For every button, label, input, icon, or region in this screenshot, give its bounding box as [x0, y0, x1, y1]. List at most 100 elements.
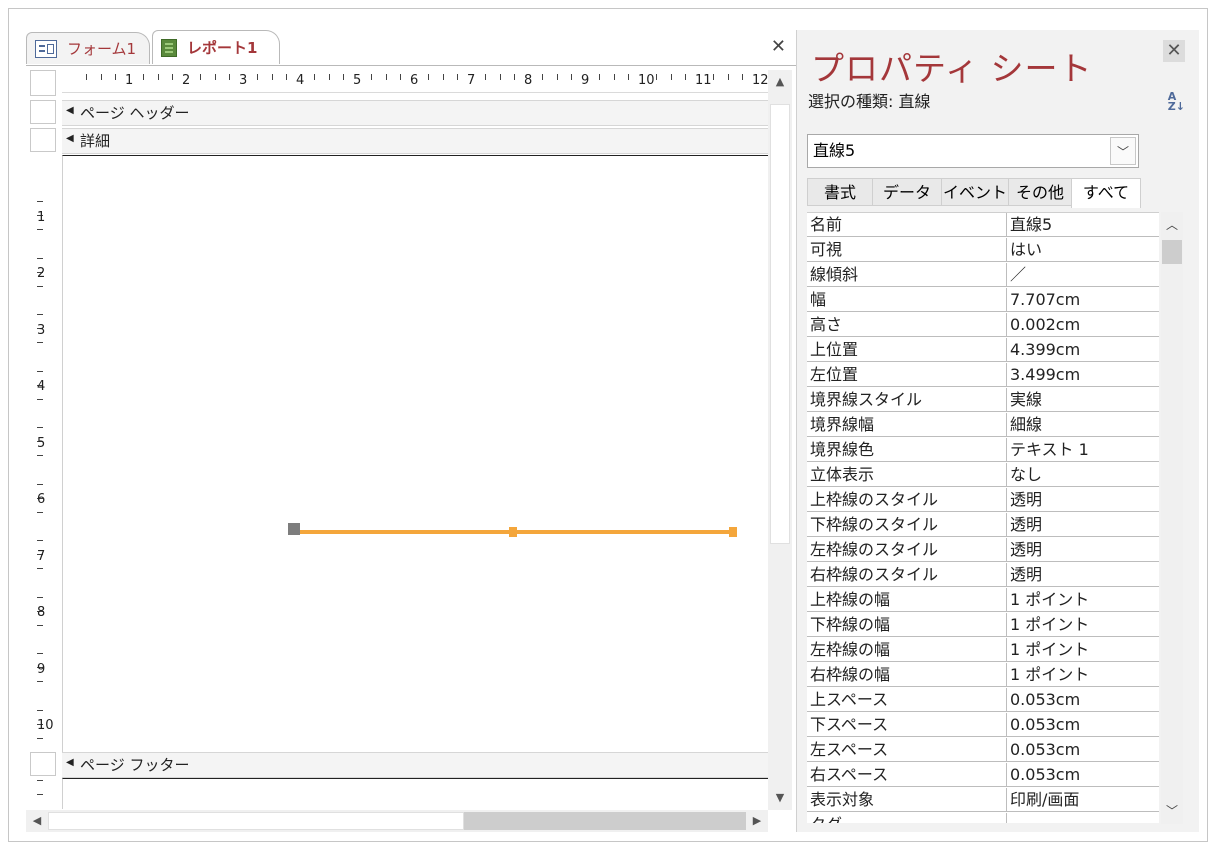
detail-selector[interactable]	[30, 128, 56, 152]
property-value[interactable]: 印刷/画面	[1007, 788, 1159, 812]
scroll-up-icon[interactable]: ▲	[768, 70, 792, 94]
property-value[interactable]: 1 ポイント	[1007, 663, 1159, 687]
section-page-footer[interactable]: ◀ ページ フッター	[62, 752, 768, 778]
property-value[interactable]	[1007, 813, 1159, 823]
property-value[interactable]: 実線	[1007, 388, 1159, 412]
property-row[interactable]: 可視 はい	[807, 238, 1159, 263]
property-row[interactable]: 左スペース 0.053cm	[807, 738, 1159, 763]
property-row[interactable]: 下枠線のスタイル 透明	[807, 513, 1159, 538]
property-value[interactable]: 0.053cm	[1007, 738, 1159, 762]
tab-report1[interactable]: レポート1	[152, 30, 280, 64]
property-row[interactable]: 幅 7.707cm	[807, 288, 1159, 313]
object-selector-dropdown[interactable]: 直線5 ﹀	[807, 134, 1139, 168]
scroll-left-icon[interactable]: ◀	[26, 810, 48, 832]
section-marker-icon: ◀	[66, 105, 74, 116]
property-row[interactable]: 右スペース 0.053cm	[807, 763, 1159, 788]
property-row[interactable]: 右枠線のスタイル 透明	[807, 563, 1159, 588]
property-value[interactable]: ／	[1007, 263, 1159, 287]
property-row[interactable]: 立体表示 なし	[807, 463, 1159, 488]
property-name: 幅	[807, 288, 1007, 312]
scroll-thumb[interactable]	[1162, 240, 1182, 264]
tab-format[interactable]: 書式	[807, 178, 873, 206]
property-value[interactable]: 0.053cm	[1007, 713, 1159, 737]
property-row[interactable]: 高さ 0.002cm	[807, 313, 1159, 338]
report-selector[interactable]	[30, 70, 56, 96]
property-row[interactable]: 境界線スタイル 実線	[807, 388, 1159, 413]
property-row[interactable]: 上スペース 0.053cm	[807, 688, 1159, 713]
tab-other[interactable]: その他	[1008, 178, 1072, 206]
close-document-icon[interactable]: ✕	[771, 36, 786, 57]
property-value[interactable]: 1 ポイント	[1007, 638, 1159, 662]
ruler-label: 7	[37, 548, 46, 564]
property-value[interactable]: 透明	[1007, 488, 1159, 512]
ruler-tick	[37, 455, 43, 457]
scroll-right-icon[interactable]: ▶	[746, 810, 768, 832]
design-horizontal-scrollbar[interactable]: ◀ ▶	[26, 810, 768, 832]
property-row[interactable]: 上位置 4.399cm	[807, 338, 1159, 363]
scroll-thumb[interactable]	[770, 104, 790, 544]
detail-section-canvas[interactable]	[62, 155, 769, 754]
tab-data[interactable]: データ	[872, 178, 942, 206]
resize-handle-middle[interactable]	[509, 527, 517, 537]
property-value[interactable]: 透明	[1007, 538, 1159, 562]
property-row[interactable]: 下スペース 0.053cm	[807, 713, 1159, 738]
chevron-up-icon[interactable]: ︿	[1161, 214, 1183, 236]
property-value[interactable]: 3.499cm	[1007, 363, 1159, 387]
property-row[interactable]: タグ	[807, 813, 1159, 823]
property-scrollbar[interactable]: ︿ ﹀	[1161, 212, 1183, 824]
design-vertical-scrollbar[interactable]: ▲ ▼	[768, 70, 792, 810]
property-row[interactable]: 線傾斜／	[807, 263, 1159, 288]
ruler-label: 2	[182, 73, 191, 88]
page-header-selector[interactable]	[30, 100, 56, 124]
ruler-tick	[37, 483, 43, 485]
scroll-track[interactable]	[464, 812, 746, 830]
scroll-thumb[interactable]	[48, 812, 464, 830]
ruler-tick	[513, 74, 515, 80]
property-row[interactable]: 境界線色 テキスト 1	[807, 438, 1159, 463]
chevron-down-icon[interactable]: ﹀	[1161, 800, 1183, 822]
property-row[interactable]: 左枠線の幅 1 ポイント	[807, 638, 1159, 663]
property-row[interactable]: 左位置 3.499cm	[807, 363, 1159, 388]
property-value[interactable]: 0.053cm	[1007, 688, 1159, 712]
close-icon[interactable]: ✕	[1163, 40, 1185, 62]
ruler-tick	[37, 427, 43, 429]
property-value[interactable]: 7.707cm	[1007, 288, 1159, 312]
tab-form1[interactable]: フォーム1	[26, 32, 150, 64]
ruler-tick	[570, 74, 572, 80]
section-detail[interactable]: ◀ 詳細	[62, 128, 768, 154]
property-value[interactable]: 透明	[1007, 563, 1159, 587]
selected-object-name: 直線5	[813, 141, 856, 160]
property-row[interactable]: 左枠線のスタイル 透明	[807, 538, 1159, 563]
property-value[interactable]: 1 ポイント	[1007, 588, 1159, 612]
move-handle[interactable]	[288, 523, 300, 535]
property-value[interactable]: 透明	[1007, 513, 1159, 537]
property-row[interactable]: 上枠線のスタイル 透明	[807, 488, 1159, 513]
line-control-selected[interactable]	[288, 523, 737, 537]
property-row[interactable]: 下枠線の幅 1 ポイント	[807, 613, 1159, 638]
property-value[interactable]: 1 ポイント	[1007, 613, 1159, 637]
property-row[interactable]: 名前 直線5	[807, 213, 1159, 238]
property-row[interactable]: 表示対象 印刷/画面	[807, 788, 1159, 813]
ruler-label: 10	[638, 73, 655, 88]
property-value[interactable]: 0.053cm	[1007, 763, 1159, 787]
tab-event[interactable]: イベント	[941, 178, 1009, 206]
property-value[interactable]: 細線	[1007, 413, 1159, 437]
ruler-tick	[684, 74, 686, 80]
chevron-down-icon[interactable]: ﹀	[1110, 137, 1136, 165]
property-row[interactable]: 境界線幅 細線	[807, 413, 1159, 438]
scroll-down-icon[interactable]: ▼	[768, 786, 792, 810]
page-footer-canvas[interactable]	[62, 778, 769, 809]
property-value[interactable]: なし	[1007, 463, 1159, 487]
section-page-header[interactable]: ◀ ページ ヘッダー	[62, 100, 768, 126]
page-footer-selector[interactable]	[30, 752, 56, 776]
property-value[interactable]: 直線5	[1007, 213, 1159, 237]
property-value[interactable]: 0.002cm	[1007, 313, 1159, 337]
property-row[interactable]: 上枠線の幅 1 ポイント	[807, 588, 1159, 613]
property-value[interactable]: テキスト 1	[1007, 438, 1159, 462]
property-value[interactable]: 4.399cm	[1007, 338, 1159, 362]
property-row[interactable]: 右枠線の幅 1 ポイント	[807, 663, 1159, 688]
tab-all[interactable]: すべて	[1071, 178, 1141, 208]
resize-handle-end[interactable]	[729, 527, 737, 537]
property-value[interactable]: はい	[1007, 238, 1159, 262]
az-sort-icon[interactable]: A Z↓	[1168, 91, 1185, 112]
